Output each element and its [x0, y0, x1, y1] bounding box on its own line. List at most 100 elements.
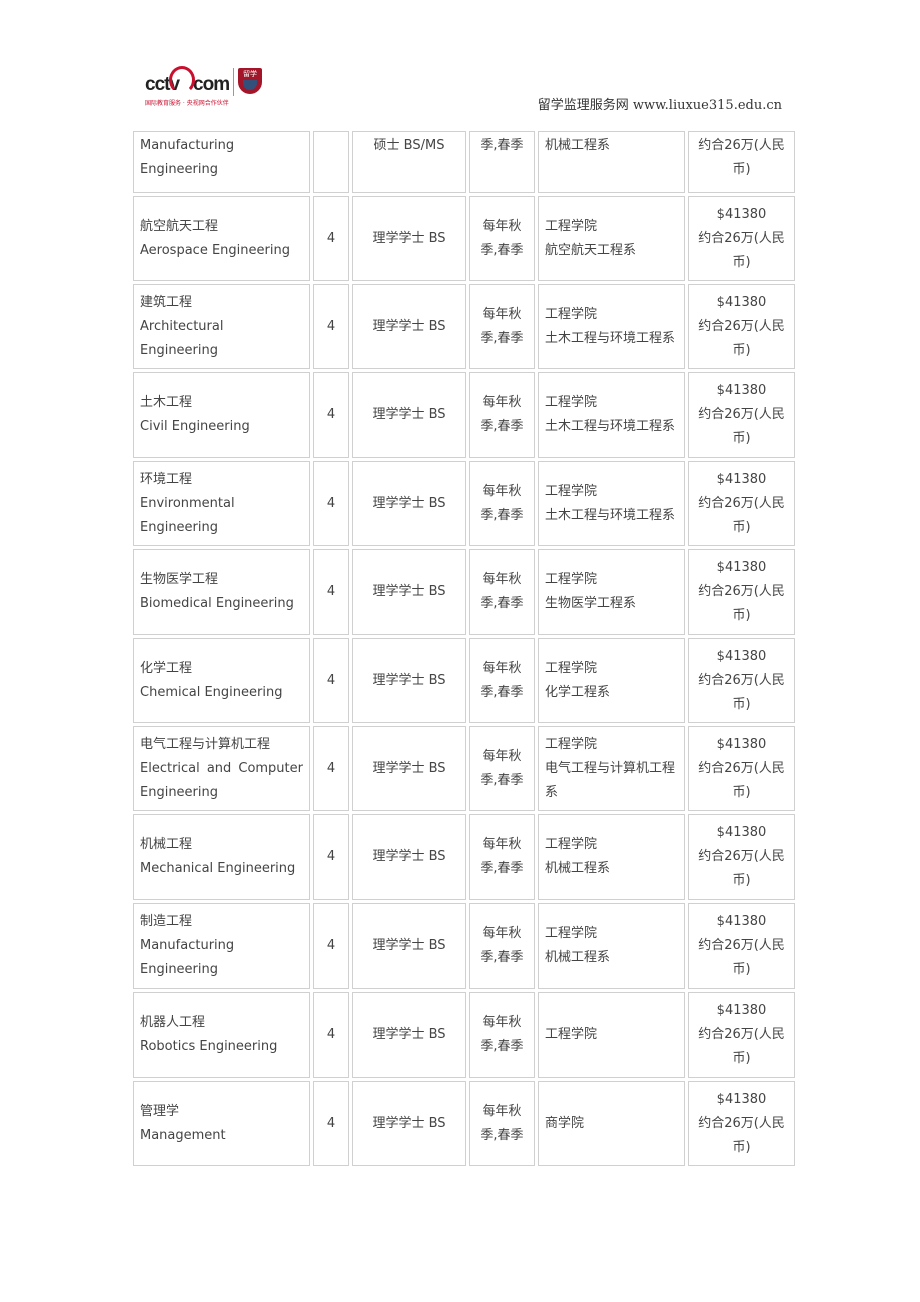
program-cell: 航空航天工程 Aerospace Engineering — [133, 196, 310, 281]
department-line: 工程学院 — [545, 395, 598, 410]
tuition-usd: $41380 — [716, 648, 767, 664]
tuition-rmb: 约合26万(人民币) — [698, 1027, 785, 1066]
tuition-rmb: 约合26万(人民币) — [698, 318, 785, 358]
term-cell: 每年秋季,春季 — [469, 638, 535, 723]
tuition-cell: $41380 约合26万(人民币) — [688, 196, 795, 281]
term-cell: 每年秋季,春季 — [469, 549, 535, 635]
degree-cell: 硕士 BS/MS — [352, 131, 466, 193]
tuition-cell: $41380 约合26万(人民币) — [688, 284, 795, 369]
tuition-usd: $41380 — [716, 206, 767, 222]
site-header-text: 留学监理服务网 www.liuxue315.edu.cn — [537, 98, 782, 113]
tuition-cell: $41380 约合26万(人民币) — [688, 461, 795, 546]
table-row: 环境工程 Environmental Engineering 4 理学学士 BS 每年秋… — [133, 461, 795, 546]
table-row: 电气工程与计算机工程 Electrical and Computer Engine… — [133, 726, 795, 811]
years-cell: 4 — [313, 549, 349, 635]
tuition-cell: $41380 约合26万(人民币) — [688, 992, 795, 1078]
table-row: 生物医学工程 Biomedical Engineering 4 理学学士 BS 每年秋季… — [133, 549, 795, 635]
department-line: 工程学院 — [545, 483, 598, 499]
term-cell: 每年秋季,春季 — [469, 461, 535, 546]
department-cell: 机械工程系 — [538, 131, 685, 193]
program-cn: 电气工程与计算机工程 — [140, 736, 271, 752]
program-en: Biomedical Engineering — [140, 596, 294, 611]
table-row: 航空航天工程 Aerospace Engineering 4 理学学士 BS 每年秋季,… — [133, 196, 795, 281]
tuition-usd: $41380 — [716, 736, 767, 752]
tuition-rmb: 约合26万(人民币) — [698, 849, 785, 888]
term-cell: 每年秋季,春季 — [469, 814, 535, 900]
department-cell: 工程学院电气工程与计算机工程系 — [538, 726, 685, 811]
department-cell: 工程学院 航空航天工程系 — [538, 196, 685, 281]
department-line: 土木工程与环境工程系 — [545, 507, 676, 523]
tuition-rmb: 约合26万(人民币) — [698, 938, 785, 977]
tuition-cell: $41380 约合26万(人民币) — [688, 638, 795, 723]
years-cell: 4 — [313, 461, 349, 546]
table-row: 土木工程 Civil Engineering 4 理学学士 BS 每年秋季,春季 工程学院… — [133, 372, 795, 458]
logo-tagline: 国际教育服务 · 央视网合作伙伴 — [145, 100, 229, 107]
tuition-rmb: 约合26万(人民币) — [698, 584, 785, 623]
department-line: 生物医学工程系 — [545, 596, 637, 611]
program-en: Electrical and Computer Engineering — [140, 760, 303, 800]
degree-cell: 理学学士 BS — [352, 638, 466, 723]
department-cell: 工程学院土木工程与环境工程系 — [538, 461, 685, 546]
tuition-rmb: 约合26万(人民币) — [698, 495, 785, 535]
years-cell: 4 — [313, 726, 349, 811]
tuition-usd: $41380 — [716, 383, 767, 398]
logo-badge: 留学 — [243, 70, 257, 78]
department-line: 工程学院 — [545, 306, 598, 322]
department-line: 机械工程系 — [545, 138, 611, 153]
program-cn: 环境工程 — [140, 471, 193, 487]
department-line: 机械工程系 — [545, 861, 611, 876]
tuition-usd: $41380 — [716, 1091, 767, 1107]
tuition-rmb: 约合26万(人民币) — [698, 407, 785, 446]
shield-icon: 留学 — [238, 68, 262, 94]
tuition-rmb: 约合26万(人民币) — [698, 760, 785, 800]
term-cell: 每年秋季,春季 — [469, 196, 535, 281]
program-cell: 机器人工程 Robotics Engineering — [133, 992, 310, 1078]
tuition-usd: $41380 — [716, 825, 767, 840]
program-en: Mechanical Engineering — [140, 861, 296, 876]
years-cell: 4 — [313, 903, 349, 989]
tuition-cell: $41380 约合26万(人民币) — [688, 814, 795, 900]
years-cell: 4 — [313, 284, 349, 369]
degree-cell: 理学学士 BS — [352, 284, 466, 369]
department-line: 机械工程系 — [545, 950, 611, 965]
tuition-cell: $41380 约合26万(人民币) — [688, 903, 795, 989]
department-line: 航空航天工程系 — [545, 242, 637, 258]
years-cell: 4 — [313, 992, 349, 1078]
program-cn: 土木工程 — [140, 395, 193, 410]
tuition-usd: $41380 — [716, 914, 767, 929]
program-en: Manufacturing Engineering — [140, 138, 235, 177]
program-cell: 环境工程 Environmental Engineering — [133, 461, 310, 546]
degree-cell: 理学学士 BS — [352, 1081, 466, 1166]
department-cell: 工程学院土木工程与环境工程系 — [538, 372, 685, 458]
program-cn: 化学工程 — [140, 660, 193, 676]
program-en: Robotics Engineering — [140, 1039, 278, 1054]
tuition-cell: $41380 约合26万(人民币) — [688, 372, 795, 458]
tuition-cell: $41380 约合26万(人民币) — [688, 549, 795, 635]
program-cell: 机械工程 Mechanical Engineering — [133, 814, 310, 900]
program-en: Aerospace Engineering — [140, 242, 290, 258]
degree-cell: 理学学士 BS — [352, 549, 466, 635]
tuition-rmb: 约合26万(人民币) — [698, 1115, 785, 1155]
department-line: 工程学院 — [545, 736, 598, 752]
department-line: 工程学院 — [545, 926, 598, 941]
program-cn: 机器人工程 — [140, 1015, 206, 1030]
years-cell — [313, 131, 349, 193]
tuition-cell: $41380 约合26万(人民币) — [688, 1081, 795, 1166]
term-cell: 每年秋季,春季 — [469, 1081, 535, 1166]
department-cell: 工程学院 — [538, 992, 685, 1078]
department-cell: 工程学院 机械工程系 — [538, 903, 685, 989]
program-cn: 航空航天工程 — [140, 218, 219, 234]
years-cell: 4 — [313, 638, 349, 723]
department-cell: 工程学院 机械工程系 — [538, 814, 685, 900]
tuition-usd: $41380 — [716, 471, 767, 487]
department-cell: 工程学院 土木工程与环境工程系 — [538, 284, 685, 369]
program-table: Manufacturing Engineering 硕士 BS/MS 季,春季 机械工… — [130, 128, 798, 1169]
program-en: Manufacturing Engineering — [140, 938, 235, 977]
program-cn: 机械工程 — [140, 837, 193, 852]
tuition-rmb: 约合26万(人民币) — [698, 230, 785, 270]
department-line: 土木工程与环境工程系 — [545, 419, 676, 434]
program-cn: 生物医学工程 — [140, 572, 219, 587]
department-line: 电气工程与计算机工程系 — [545, 760, 676, 800]
logo-divider — [233, 68, 234, 96]
program-en: Chemical Engineering — [140, 684, 283, 700]
